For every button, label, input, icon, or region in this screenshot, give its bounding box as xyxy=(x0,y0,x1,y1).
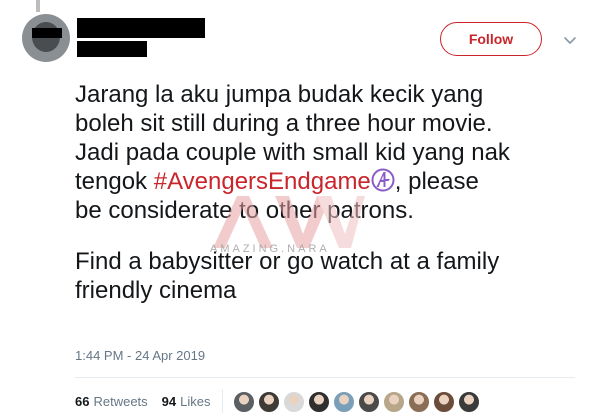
tweet-line: Find a babysitter or go watch at a famil… xyxy=(75,248,500,275)
retweets-label: Retweets xyxy=(93,394,148,409)
liker-avatar[interactable] xyxy=(408,391,430,413)
tweet-line: , please xyxy=(394,168,479,195)
tweet-paragraph-2: Find a babysitter or go watch at a famil… xyxy=(75,247,575,305)
handle-redacted[interactable] xyxy=(77,41,147,57)
likes-label: Likes xyxy=(180,394,211,409)
liker-avatar[interactable] xyxy=(308,391,330,413)
thread-line xyxy=(36,0,40,12)
liker-avatar[interactable] xyxy=(383,391,405,413)
follow-button[interactable]: Follow xyxy=(440,22,542,56)
tweet-line: Jarang la aku jumpa budak kecik yang xyxy=(75,81,484,108)
tweet-timestamp[interactable]: 1:44 PM - 24 Apr 2019 xyxy=(75,348,205,363)
liker-avatar[interactable] xyxy=(233,391,255,413)
hashtag-link[interactable]: #AvengersEndgame xyxy=(154,168,371,195)
tweet-line: Jadi pada couple with small kid yang nak xyxy=(75,139,510,166)
liker-avatar[interactable] xyxy=(258,391,280,413)
tweet-paragraph-1: Jarang la aku jumpa budak kecik yang bol… xyxy=(75,80,575,225)
avatar-censor-bar xyxy=(32,28,62,38)
likes-count: 94 xyxy=(161,394,177,409)
tweet-stats: 66 Retweets 94 Likes xyxy=(75,394,211,409)
tweet-line: friendly cinema xyxy=(75,277,237,304)
liker-avatar[interactable] xyxy=(358,391,380,413)
liker-avatar[interactable] xyxy=(283,391,305,413)
chevron-down-icon[interactable] xyxy=(563,33,577,47)
avengers-emoji-icon xyxy=(371,168,395,192)
liker-avatar[interactable] xyxy=(333,391,355,413)
tweet-text: Jarang la aku jumpa budak kecik yang bol… xyxy=(75,80,575,305)
retweets-stat[interactable]: 66 Retweets xyxy=(75,394,148,409)
liker-avatar[interactable] xyxy=(433,391,455,413)
stats-separator xyxy=(222,389,223,413)
tweet-line: tengok xyxy=(75,168,154,195)
tweet-line: boleh sit still during a three hour movi… xyxy=(75,110,493,137)
likes-stat[interactable]: 94 Likes xyxy=(162,394,211,409)
avatar[interactable] xyxy=(22,14,70,62)
tweet-line: be considerate to other patrons. xyxy=(75,197,414,224)
divider xyxy=(75,377,575,378)
liker-avatar[interactable] xyxy=(458,391,480,413)
tweet-card: Follow Jarang la aku jumpa budak kecik y… xyxy=(0,0,589,419)
retweets-count: 66 xyxy=(75,394,90,409)
display-name-redacted[interactable] xyxy=(77,18,205,38)
liker-avatars xyxy=(233,391,483,413)
